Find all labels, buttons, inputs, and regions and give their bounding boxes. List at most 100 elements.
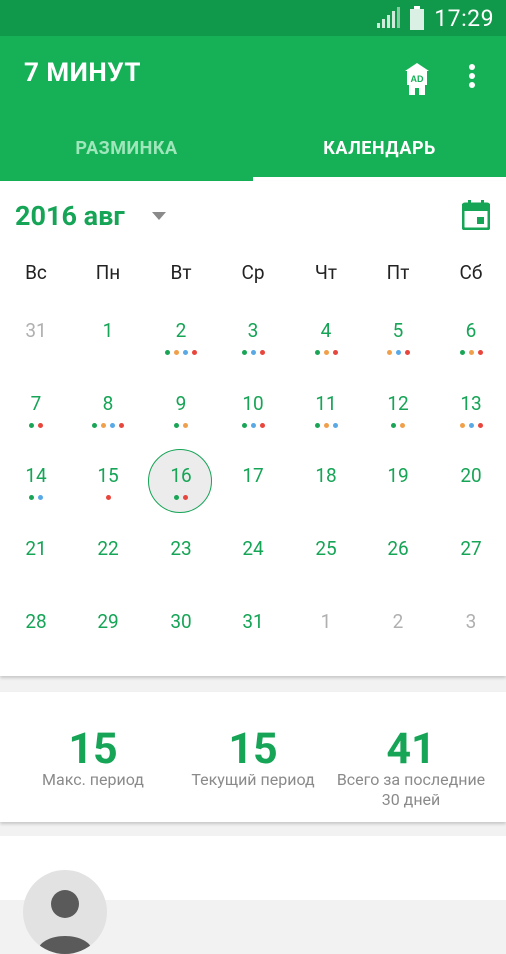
- avatar[interactable]: [23, 870, 107, 954]
- day-cell[interactable]: 4: [290, 317, 362, 390]
- workout-dot: [468, 423, 474, 428]
- day-number: 3: [465, 610, 477, 633]
- workout-dot: [165, 350, 170, 355]
- day-cell[interactable]: 27: [435, 535, 506, 608]
- weekday-label: Вт: [170, 261, 192, 284]
- day-cell[interactable]: 2: [362, 608, 434, 681]
- weekday-label: Сб: [459, 261, 483, 284]
- workout-dot: [174, 350, 179, 355]
- stat-label: Макс. период: [42, 770, 144, 789]
- day-cell[interactable]: 26: [362, 535, 434, 608]
- calendar-card: 2016 авг Вс Пн Вт Ср Чт Пт Сб 31 1 2 3 4 5 6 7 8 9 10 11 1…: [0, 181, 506, 676]
- workout-dot: [323, 423, 329, 428]
- day-number: 18: [315, 464, 337, 487]
- workout-dot: [386, 350, 392, 355]
- stats-card: 15 Макс. период 15 Текущий период 41 Все…: [0, 692, 506, 822]
- day-number: 1: [320, 610, 332, 633]
- day-cell[interactable]: 1: [72, 317, 144, 390]
- workout-dot: [323, 350, 329, 355]
- workout-dot: [404, 350, 410, 355]
- day-cell[interactable]: 6: [435, 317, 506, 390]
- day-number: 23: [170, 537, 192, 560]
- day-number: 26: [387, 537, 409, 560]
- workout-dots: [362, 350, 434, 355]
- day-number: 5: [392, 319, 404, 342]
- weekday-label: Вс: [25, 261, 47, 284]
- day-cell[interactable]: 23: [145, 535, 217, 608]
- day-cell[interactable]: 21: [0, 535, 72, 608]
- workout-dot: [29, 495, 34, 500]
- day-cell[interactable]: 10: [217, 390, 289, 463]
- day-cell[interactable]: 28: [0, 608, 72, 681]
- day-cell[interactable]: 17: [217, 462, 289, 535]
- day-cell[interactable]: 3: [435, 608, 506, 681]
- workout-dot: [105, 495, 111, 500]
- day-cell[interactable]: 1: [290, 608, 362, 681]
- day-number: 19: [387, 464, 409, 487]
- app-bar: 7 МИНУТ AD: [0, 36, 506, 115]
- day-number: 31: [242, 610, 264, 633]
- day-number: 15: [97, 464, 119, 487]
- workout-dot: [477, 423, 483, 428]
- day-number: 25: [315, 537, 337, 560]
- workout-dots: [290, 423, 362, 428]
- workout-dot: [92, 423, 97, 428]
- day-number: 21: [25, 537, 47, 560]
- day-cell[interactable]: 15: [72, 462, 144, 535]
- day-cell[interactable]: 31: [0, 317, 72, 390]
- tab-warmup[interactable]: РАЗМИНКА: [0, 115, 253, 181]
- day-cell[interactable]: 25: [290, 535, 362, 608]
- day-cell[interactable]: 7: [0, 390, 72, 463]
- weekday-label: Чт: [314, 261, 338, 284]
- month-title[interactable]: 2016 авг: [15, 200, 125, 232]
- day-number: 4: [320, 319, 332, 342]
- tab-calendar[interactable]: КАЛЕНДАРЬ: [253, 115, 506, 181]
- weekday-label: Пн: [95, 261, 121, 284]
- day-cell[interactable]: 31: [217, 608, 289, 681]
- more-vert-icon[interactable]: [462, 60, 482, 96]
- workout-dot: [241, 423, 247, 428]
- workout-dots: [145, 350, 217, 355]
- day-number: 12: [387, 392, 409, 415]
- day-cell[interactable]: 12: [362, 390, 434, 463]
- workout-dot: [183, 495, 188, 500]
- day-cell[interactable]: 30: [145, 608, 217, 681]
- app-title: 7 МИНУТ: [24, 58, 141, 88]
- day-cell[interactable]: 29: [72, 608, 144, 681]
- calendar-icon[interactable]: [462, 200, 490, 230]
- day-cell[interactable]: 8: [72, 390, 144, 463]
- day-number: 6: [465, 319, 477, 342]
- day-number: 31: [25, 319, 47, 342]
- day-cell[interactable]: 3: [217, 317, 289, 390]
- ad-icon[interactable]: AD: [401, 57, 433, 97]
- workout-dot: [314, 350, 320, 355]
- stat-value: 41: [386, 724, 436, 774]
- day-number: 27: [460, 537, 482, 560]
- workout-dots: [217, 423, 289, 428]
- day-cell-today[interactable]: 16: [145, 449, 217, 535]
- workout-dot: [259, 350, 265, 355]
- workout-dot: [110, 423, 115, 428]
- day-cell[interactable]: 14: [0, 462, 72, 535]
- workout-dot: [459, 423, 465, 428]
- day-cell[interactable]: 18: [290, 462, 362, 535]
- stat-value: 15: [228, 724, 278, 774]
- day-cell[interactable]: 24: [217, 535, 289, 608]
- day-number: 11: [315, 392, 337, 415]
- workout-dots: [217, 350, 289, 355]
- status-time: 17:29: [434, 4, 494, 32]
- stat-last-30-days: 41 Всего за последние 30 дней: [328, 692, 494, 822]
- day-cell[interactable]: 22: [72, 535, 144, 608]
- day-cell[interactable]: 13: [435, 390, 506, 463]
- dropdown-arrow-icon[interactable]: [150, 211, 168, 221]
- workout-dots: [435, 423, 506, 428]
- day-cell[interactable]: 20: [435, 462, 506, 535]
- day-cell[interactable]: 2: [145, 317, 217, 390]
- workout-dot: [174, 495, 179, 500]
- day-number: 29: [97, 610, 119, 633]
- workout-dots: [0, 423, 72, 428]
- day-cell[interactable]: 19: [362, 462, 434, 535]
- day-cell[interactable]: 11: [290, 390, 362, 463]
- day-cell[interactable]: 5: [362, 317, 434, 390]
- workout-dot: [391, 423, 396, 428]
